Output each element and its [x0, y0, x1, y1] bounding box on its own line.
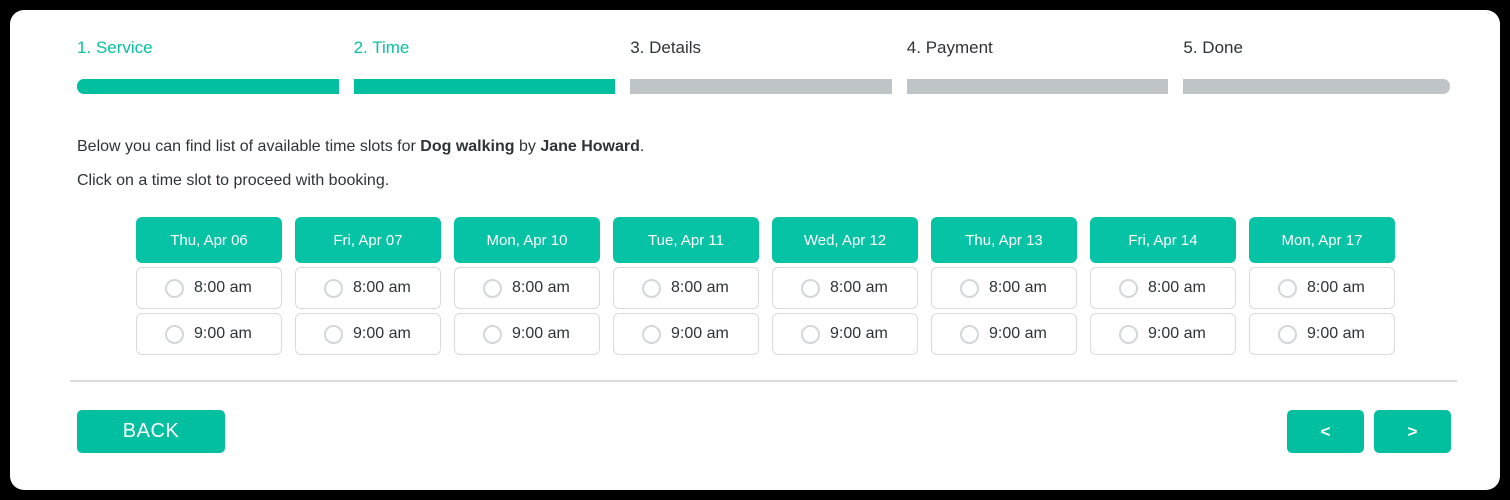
time-slot-label: 9:00 am	[194, 325, 252, 342]
previous-week-button[interactable]: <	[1287, 410, 1364, 453]
day-column: Mon, Apr 17 8:00 am 9:00 am	[1249, 217, 1395, 355]
progress-steps: 1. Service 2. Time 3. Details 4. Payment 5. …	[67, 38, 1450, 100]
progress-step-bar	[1183, 79, 1450, 94]
time-slot[interactable]: 8:00 am	[295, 267, 441, 309]
radio-icon[interactable]	[165, 324, 184, 344]
time-slot[interactable]: 9:00 am	[1249, 313, 1395, 355]
back-button[interactable]: BACK	[77, 410, 225, 453]
day-header: Fri, Apr 07	[295, 217, 441, 263]
time-slot-grid: Thu, Apr 06 8:00 am 9:00 am Fri, Apr 07 8:00…	[136, 217, 1395, 355]
footer-divider	[70, 380, 1457, 382]
progress-step-1: 1. Service	[67, 38, 344, 100]
progress-step-label: 1. Service	[77, 38, 153, 57]
radio-icon[interactable]	[960, 324, 979, 344]
intro-mid: by	[514, 138, 541, 155]
time-slot-label: 9:00 am	[512, 325, 570, 342]
progress-step-bar	[906, 79, 1169, 94]
radio-icon[interactable]	[1278, 324, 1297, 344]
time-slot[interactable]: 8:00 am	[454, 267, 600, 309]
progress-step-label: 4. Payment	[906, 38, 993, 57]
intro-line-1: Below you can find list of available tim…	[77, 130, 644, 164]
time-slot-label: 8:00 am	[194, 279, 252, 296]
day-header: Thu, Apr 13	[931, 217, 1077, 263]
radio-icon[interactable]	[1119, 278, 1138, 298]
progress-step-label: 3. Details	[630, 38, 702, 57]
progress-step-bar	[353, 79, 616, 94]
time-slot-label: 9:00 am	[1148, 325, 1206, 342]
radio-icon[interactable]	[801, 324, 820, 344]
time-slot[interactable]: 9:00 am	[613, 313, 759, 355]
time-slot-label: 8:00 am	[671, 279, 729, 296]
time-slot[interactable]: 9:00 am	[931, 313, 1077, 355]
time-slot[interactable]: 8:00 am	[772, 267, 918, 309]
day-header: Thu, Apr 06	[136, 217, 282, 263]
day-column: Mon, Apr 10 8:00 am 9:00 am	[454, 217, 600, 355]
time-slot[interactable]: 8:00 am	[136, 267, 282, 309]
service-name: Dog walking	[420, 138, 515, 155]
time-slot-label: 9:00 am	[1307, 325, 1365, 342]
radio-icon[interactable]	[642, 324, 661, 344]
progress-step-bar	[630, 79, 892, 94]
time-slot[interactable]: 8:00 am	[931, 267, 1077, 309]
radio-icon[interactable]	[1278, 278, 1297, 298]
time-slot[interactable]: 9:00 am	[295, 313, 441, 355]
time-slot[interactable]: 9:00 am	[772, 313, 918, 355]
day-column: Thu, Apr 06 8:00 am 9:00 am	[136, 217, 282, 355]
progress-step-label: 2. Time	[353, 38, 410, 57]
day-column: Wed, Apr 12 8:00 am 9:00 am	[772, 217, 918, 355]
intro-suffix: .	[639, 138, 645, 155]
time-slot[interactable]: 9:00 am	[136, 313, 282, 355]
progress-step-label: 5. Done	[1183, 38, 1243, 57]
time-slot-label: 8:00 am	[989, 279, 1047, 296]
day-column: Fri, Apr 07 8:00 am 9:00 am	[295, 217, 441, 355]
time-slot-label: 9:00 am	[353, 325, 411, 342]
radio-icon[interactable]	[324, 278, 343, 298]
radio-icon[interactable]	[483, 324, 502, 344]
time-slot[interactable]: 8:00 am	[1249, 267, 1395, 309]
radio-icon[interactable]	[483, 278, 502, 298]
time-slot-label: 8:00 am	[830, 279, 888, 296]
time-slot-label: 8:00 am	[1307, 279, 1365, 296]
progress-step-3: 3. Details	[620, 38, 897, 100]
progress-step-2: 2. Time	[344, 38, 621, 100]
progress-step-bar	[77, 79, 339, 94]
radio-icon[interactable]	[642, 278, 661, 298]
booking-widget: 1. Service 2. Time 3. Details 4. Payment 5. …	[10, 10, 1500, 490]
time-slot-label: 9:00 am	[830, 325, 888, 342]
day-header: Mon, Apr 17	[1249, 217, 1395, 263]
time-slot-label: 8:00 am	[1148, 279, 1206, 296]
time-slot-label: 9:00 am	[671, 325, 729, 342]
day-header: Wed, Apr 12	[772, 217, 918, 263]
intro-prefix: Below you can find list of available tim…	[77, 138, 421, 155]
provider-name: Jane Howard	[540, 138, 640, 155]
radio-icon[interactable]	[801, 278, 820, 298]
day-header: Tue, Apr 11	[613, 217, 759, 263]
progress-step-4: 4. Payment	[897, 38, 1174, 100]
radio-icon[interactable]	[1119, 324, 1138, 344]
radio-icon[interactable]	[324, 324, 343, 344]
time-slot-label: 9:00 am	[989, 325, 1047, 342]
radio-icon[interactable]	[960, 278, 979, 298]
time-slot[interactable]: 9:00 am	[454, 313, 600, 355]
day-header: Mon, Apr 10	[454, 217, 600, 263]
day-header: Fri, Apr 14	[1090, 217, 1236, 263]
radio-icon[interactable]	[165, 278, 184, 298]
progress-step-5: 5. Done	[1173, 38, 1450, 100]
next-week-button[interactable]: >	[1374, 410, 1451, 453]
time-slot[interactable]: 8:00 am	[1090, 267, 1236, 309]
intro-text: Below you can find list of available tim…	[77, 130, 644, 198]
time-slot-label: 8:00 am	[353, 279, 411, 296]
intro-line-2: Click on a time slot to proceed with boo…	[77, 172, 390, 189]
day-column: Fri, Apr 14 8:00 am 9:00 am	[1090, 217, 1236, 355]
day-column: Tue, Apr 11 8:00 am 9:00 am	[613, 217, 759, 355]
time-slot[interactable]: 8:00 am	[613, 267, 759, 309]
day-column: Thu, Apr 13 8:00 am 9:00 am	[931, 217, 1077, 355]
time-slot-label: 8:00 am	[512, 279, 570, 296]
time-slot[interactable]: 9:00 am	[1090, 313, 1236, 355]
